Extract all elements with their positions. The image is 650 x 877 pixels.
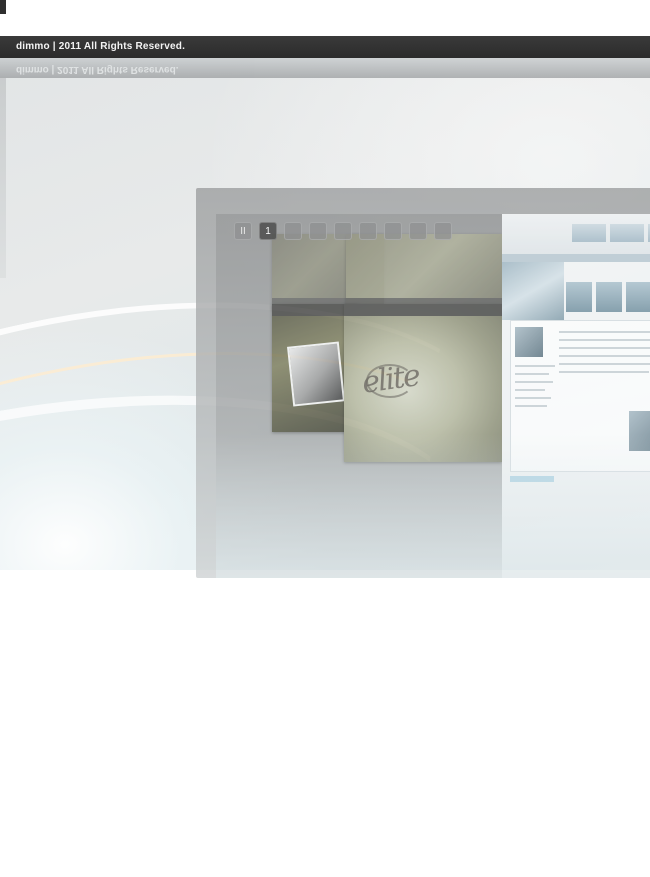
- header-image: [610, 224, 644, 242]
- slide-7-button[interactable]: [409, 222, 427, 240]
- featured-header: [344, 304, 502, 316]
- slide-4-button[interactable]: [334, 222, 352, 240]
- gallery-image: [596, 282, 622, 312]
- text-line: [559, 355, 650, 357]
- copyright-reflection: dimmo | 2011 All Rights Reserved.: [0, 58, 650, 78]
- screenshot-preview-screen: elite II 1: [216, 214, 650, 578]
- pause-button[interactable]: II: [234, 222, 252, 240]
- slide-3-button[interactable]: [309, 222, 327, 240]
- text-line: [515, 373, 549, 375]
- top-accent-block: [0, 0, 6, 14]
- website-hero-image: [502, 262, 564, 320]
- text-line: [559, 363, 650, 365]
- photo-image: [287, 341, 345, 407]
- gallery-thumbnail: [346, 234, 502, 310]
- calligraphy-artwork: elite: [359, 358, 421, 401]
- viewer-toolbar: II 1: [234, 222, 452, 242]
- gallery-image: [566, 282, 592, 312]
- copyright-reflection-text: dimmo | 2011 All Rights Reserved.: [16, 64, 179, 75]
- text-line: [559, 347, 650, 349]
- slide-2-button[interactable]: [284, 222, 302, 240]
- text-line: [515, 397, 551, 399]
- text-line: [559, 339, 650, 341]
- reflection-fade: [216, 434, 650, 578]
- slide-5-button[interactable]: [359, 222, 377, 240]
- slide-6-button[interactable]: [384, 222, 402, 240]
- text-line: [515, 389, 545, 391]
- header-image: [572, 224, 606, 242]
- website-gallery: [566, 282, 650, 312]
- website-header: [502, 214, 650, 254]
- slide-8-button[interactable]: [434, 222, 452, 240]
- text-line: [515, 365, 555, 367]
- gallery-image: [626, 282, 650, 312]
- copyright-text: dimmo | 2011 All Rights Reserved.: [16, 41, 186, 52]
- copyright-bar: dimmo | 2011 All Rights Reserved.: [0, 36, 650, 58]
- text-line: [515, 405, 547, 407]
- content-image: [515, 327, 543, 357]
- text-line: [515, 381, 553, 383]
- text-line: [559, 331, 650, 333]
- screenshot-preview-frame: elite II 1: [196, 188, 650, 578]
- website-nav: [502, 254, 650, 262]
- left-edge-shadow: [0, 78, 6, 278]
- text-line: [559, 371, 649, 373]
- slide-1-button[interactable]: 1: [259, 222, 277, 240]
- top-page-area: [0, 0, 650, 36]
